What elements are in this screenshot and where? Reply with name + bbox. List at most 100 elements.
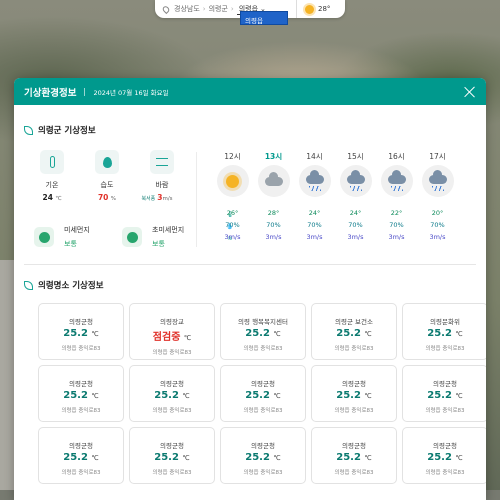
chevron-right-icon: › xyxy=(202,5,206,13)
location-pin-icon xyxy=(161,4,171,14)
landmark-name: 의령군청 xyxy=(342,380,366,388)
smile-icon xyxy=(34,227,54,247)
panel-header: 기상환경정보 2024년 07월 16일 화요일 xyxy=(14,78,486,105)
landmark-card[interactable]: 의령군청 25.2 ℃ 의령읍 충익로83 xyxy=(38,365,124,422)
hour-column: 17시 20° 70% 3m/s xyxy=(417,151,458,243)
landmark-name: 의령군청 xyxy=(160,380,184,388)
landmark-temp: 25.2 ℃ xyxy=(336,452,372,463)
landmark-address: 의령읍 충익로83 xyxy=(334,346,374,352)
droplet-icon xyxy=(95,150,119,174)
landmark-address: 의령읍 충익로83 xyxy=(425,346,465,352)
section-divider xyxy=(24,264,476,265)
rain-icon xyxy=(380,165,413,197)
divider xyxy=(196,152,197,247)
landmark-address: 의령읍 충익로83 xyxy=(61,408,101,414)
landmark-card[interactable]: 의령군청 25.2 ℃ 의령읍 충익로83 xyxy=(402,427,486,484)
sun-icon xyxy=(216,165,249,197)
landmark-temp: 25.2 ℃ xyxy=(336,328,372,339)
landmark-card[interactable]: 의령문화위 25.2 ℃ 의령읍 충익로83 xyxy=(402,303,486,360)
district-option[interactable]: 의령읍 xyxy=(240,11,288,25)
dust-ultrafine: 초미세먼지 보통 xyxy=(122,225,192,249)
landmark-address: 의령읍 충익로83 xyxy=(243,346,283,352)
hour-column: 15시 24° 70% 3m/s xyxy=(335,151,376,243)
header-divider xyxy=(84,87,86,96)
sun-icon xyxy=(305,4,314,14)
landmark-name: 의령군청 xyxy=(69,442,93,450)
landmark-card[interactable]: 의령군청 25.2 ℃ 의령읍 충익로83 xyxy=(38,427,124,484)
rain-icon xyxy=(298,165,331,197)
landmark-name: 의령군청 xyxy=(160,442,184,450)
landmark-address: 의령읍 충익로83 xyxy=(334,408,374,414)
rain-icon xyxy=(421,165,454,197)
landmark-name: 의령군청 xyxy=(433,380,457,388)
landmark-temp: 25.2 ℃ xyxy=(245,452,281,463)
leaf-icon xyxy=(24,125,33,135)
landmark-name: 의령군청 xyxy=(69,380,93,388)
landmark-card[interactable]: 의령군청 25.2 ℃ 의령읍 충익로83 xyxy=(129,365,215,422)
landmark-address: 의령읍 충익로83 xyxy=(152,408,192,414)
metric-temperature: 기온 24 ℃ xyxy=(32,150,72,202)
landmark-address: 의령읍 충익로83 xyxy=(61,346,101,352)
hour-column: 14시 24° 70% 3m/s xyxy=(294,151,335,243)
hour-column: 12시 26° 70% 3m/s xyxy=(212,151,253,243)
landmark-temp: 25.2 ℃ xyxy=(427,328,463,339)
landmark-card[interactable]: 의령군청 25.2 ℃ 의령읍 충익로83 xyxy=(402,365,486,422)
panel-title: 기상환경정보 xyxy=(24,87,77,99)
landmark-address: 의령읍 충익로83 xyxy=(425,408,465,414)
smile-icon xyxy=(122,227,142,247)
landmark-address: 의령읍 충익로83 xyxy=(61,470,101,476)
landmark-card[interactable]: 의령군청 25.2 ℃ 의령읍 충익로83 xyxy=(311,365,397,422)
landmark-address: 의령읍 충익로83 xyxy=(152,350,192,356)
metric-wind: 바람 북서풍 3m/s xyxy=(141,150,182,202)
current-weather-badge: 28° xyxy=(296,0,348,18)
landmark-card[interactable]: 의령군청 25.2 ℃ 의령읍 충익로83 xyxy=(311,427,397,484)
landmark-address: 의령읍 충익로83 xyxy=(334,470,374,476)
landmark-grid: 의령군청 25.2 ℃ 의령읍 충익로83 의령장교 점검중 ℃ 의령읍 충익로83 의령 … xyxy=(38,303,486,484)
landmark-temp: 25.2 ℃ xyxy=(427,390,463,401)
panel-date: 2024년 07월 16일 화요일 xyxy=(93,88,169,97)
leaf-icon xyxy=(24,280,33,290)
landmark-name: 의령군청 xyxy=(251,442,275,450)
landmark-card[interactable]: 의령장교점검중 ℃ 의령읍 충익로83 xyxy=(129,303,215,360)
landmark-name: 의령군청 xyxy=(69,318,93,326)
landmark-temp: 25.2 ℃ xyxy=(245,328,281,339)
landmark-card[interactable]: 의령군청 25.2 ℃ 의령읍 충익로83 xyxy=(220,365,306,422)
landmark-card[interactable]: 의령 행복복지센터 25.2 ℃ 의령읍 충익로83 xyxy=(220,303,306,360)
landmark-name: 의령군 보건소 xyxy=(335,318,373,326)
rain-icon xyxy=(339,165,372,197)
landmark-temp: 25.2 ℃ xyxy=(63,390,99,401)
landmark-name: 의령문화위 xyxy=(430,318,460,326)
section-title-landmarks: 의령명소 기상정보 xyxy=(24,279,104,291)
section-title-county: 의령군 기상정보 xyxy=(24,124,96,136)
dust-fine: 미세먼지 보통 xyxy=(34,225,104,249)
landmark-name: 의령군청 xyxy=(251,380,275,388)
chevron-right-icon: › xyxy=(230,5,234,13)
landmark-temp: 25.2 ℃ xyxy=(154,452,190,463)
landmark-card[interactable]: 의령군 보건소 25.2 ℃ 의령읍 충익로83 xyxy=(311,303,397,360)
dust-indicators: 미세먼지 보통 초미세먼지 보통 xyxy=(34,225,192,249)
close-icon[interactable] xyxy=(464,86,476,98)
landmark-name: 의령장교 xyxy=(160,318,184,326)
landmark-address: 의령읍 충익로83 xyxy=(243,470,283,476)
landmark-temp: 25.2 ℃ xyxy=(245,390,281,401)
weather-panel: 기상환경정보 2024년 07월 16일 화요일 의령군 기상정보 기온 24 … xyxy=(14,78,486,500)
metric-humidity: 습도 70 % xyxy=(87,150,127,202)
hour-column: 16시 22° 70% 3m/s xyxy=(376,151,417,243)
landmark-card[interactable]: 의령군청 25.2 ℃ 의령읍 충익로83 xyxy=(38,303,124,360)
breadcrumb-item[interactable]: 경상남도 xyxy=(161,4,200,14)
landmark-temp: 25.2 ℃ xyxy=(154,390,190,401)
landmark-temp: 25.2 ℃ xyxy=(63,328,99,339)
landmark-temp: 25.2 ℃ xyxy=(336,390,372,401)
landmark-temp: 점검중 ℃ xyxy=(152,332,192,343)
breadcrumb-item[interactable]: 의령군 xyxy=(209,4,228,14)
landmark-name: 의령군청 xyxy=(342,442,366,450)
landmark-card[interactable]: 의령군청 25.2 ℃ 의령읍 충익로83 xyxy=(220,427,306,484)
hourly-forecast: 12시 26° 70% 3m/s 13시 28° 70% 3m/s 14시 24… xyxy=(212,151,458,243)
landmark-temp: 25.2 ℃ xyxy=(427,452,463,463)
landmark-address: 의령읍 충익로83 xyxy=(243,408,283,414)
cloud-icon xyxy=(257,165,290,197)
landmark-address: 의령읍 충익로83 xyxy=(152,470,192,476)
landmark-temp: 25.2 ℃ xyxy=(63,452,99,463)
landmark-card[interactable]: 의령군청 25.2 ℃ 의령읍 충익로83 xyxy=(129,427,215,484)
wind-icon xyxy=(150,150,174,174)
